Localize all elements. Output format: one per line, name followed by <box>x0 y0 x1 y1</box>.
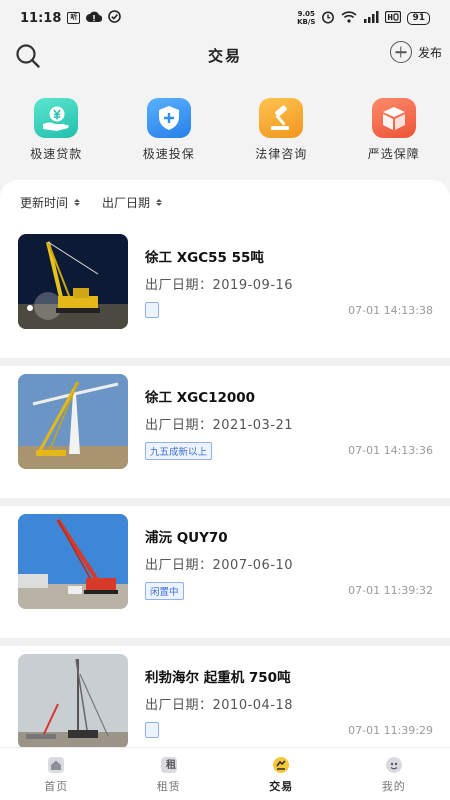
home-icon <box>46 755 66 775</box>
sort-production-date[interactable]: 出厂日期 <box>102 194 163 211</box>
hd-icon <box>385 10 402 26</box>
publish-label: 发布 <box>417 45 442 60</box>
listing-name: 利勃海尔 起重机 750吨 <box>145 670 291 686</box>
listing-time: 07-01 11:39:29 <box>348 724 433 737</box>
listing-thumbnail <box>18 654 128 747</box>
news-icon: 听 <box>67 12 81 24</box>
service-selected-guarantee[interactable]: 严选保障 <box>338 98 450 162</box>
listing-tag: 闲置中 <box>145 582 184 600</box>
listing-tag <box>145 302 159 318</box>
service-fast-loan[interactable]: 极速贷款 <box>0 98 113 162</box>
battery-indicator: 91 <box>407 11 430 25</box>
listing-item[interactable]: 利勃海尔 起重机 750吨 出厂日期：2010-04-18 07-01 11:3… <box>0 646 450 747</box>
listing-date: 出厂日期：2019-09-16 <box>145 278 294 293</box>
gavel-icon <box>259 98 304 138</box>
listing-time: 07-01 14:13:38 <box>348 304 433 317</box>
shield-plus-icon <box>146 98 191 138</box>
search-button[interactable] <box>14 42 42 70</box>
box-icon <box>371 98 416 138</box>
divider <box>0 638 450 646</box>
plus-circle-icon <box>389 41 412 63</box>
publish-button[interactable]: 发布 <box>389 41 442 63</box>
listing-name: 浦沅 QUY70 <box>145 530 228 546</box>
listing-date: 出厂日期：2021-03-21 <box>145 418 294 433</box>
listing-time: 07-01 11:39:32 <box>348 584 433 597</box>
sort-filters: 更新时间 出厂日期 <box>0 180 450 211</box>
listing-panel: 更新时间 出厂日期 徐工 XGC55 55吨 出厂日期：2019-09-16 0… <box>0 180 450 747</box>
listing-thumbnail <box>18 514 128 609</box>
listing-item[interactable]: 浦沅 QUY70 出厂日期：2007-06-10 闲置中 07-01 11:39… <box>0 506 450 638</box>
listing-tag <box>145 722 159 738</box>
listing-time: 07-01 14:13:36 <box>348 444 433 457</box>
tab-trade[interactable]: 交易 <box>225 748 338 800</box>
service-legal-consult[interactable]: 法律咨询 <box>225 98 338 162</box>
divider <box>0 498 450 506</box>
listing-list: 徐工 XGC55 55吨 出厂日期：2019-09-16 07-01 14:13… <box>0 226 450 747</box>
sort-arrows-icon <box>156 199 163 206</box>
trade-icon <box>271 755 291 775</box>
alarm-icon <box>321 10 335 27</box>
cloud-alert-icon <box>86 11 103 26</box>
listing-name: 徐工 XGC12000 <box>145 390 256 406</box>
listing-tag: 九五成新以上 <box>145 442 213 460</box>
divider <box>0 358 450 366</box>
listing-item[interactable]: 徐工 XGC55 55吨 出厂日期：2019-09-16 07-01 14:13… <box>0 226 450 358</box>
status-time: 11:18 <box>20 10 62 26</box>
bottom-tab-bar: 首页 租赁 交易 我的 <box>0 747 450 800</box>
service-shortcuts: 极速贷款 极速投保 法律咨询 严选保障 <box>0 98 450 162</box>
listing-name: 徐工 XGC55 55吨 <box>145 250 264 266</box>
sort-arrows-icon <box>74 199 81 206</box>
tab-profile[interactable]: 我的 <box>338 748 450 800</box>
network-speed: 9.05 KB/S <box>297 10 316 26</box>
listing-date: 出厂日期：2007-06-10 <box>145 558 294 573</box>
listing-thumbnail <box>18 374 128 469</box>
profile-icon <box>384 755 404 775</box>
check-circle-icon <box>108 10 122 26</box>
tab-home[interactable]: 首页 <box>0 748 113 800</box>
sort-update-time[interactable]: 更新时间 <box>20 194 81 211</box>
status-bar: 11:18 听 9.05 KB/S 91 <box>0 0 450 36</box>
listing-item[interactable]: 徐工 XGC12000 出厂日期：2021-03-21 九五成新以上 07-01… <box>0 366 450 498</box>
listing-date: 出厂日期：2010-04-18 <box>145 698 294 713</box>
service-fast-insurance[interactable]: 极速投保 <box>113 98 226 162</box>
wifi-icon <box>341 10 358 26</box>
rent-glyph: 租 <box>166 760 176 771</box>
signal-icon <box>363 10 379 26</box>
page-title: 交易 <box>207 46 242 65</box>
search-icon <box>16 44 40 68</box>
listing-thumbnail <box>18 234 128 329</box>
yen-hand-icon <box>34 98 79 138</box>
top-nav-bar: 交易 发布 <box>0 36 450 74</box>
